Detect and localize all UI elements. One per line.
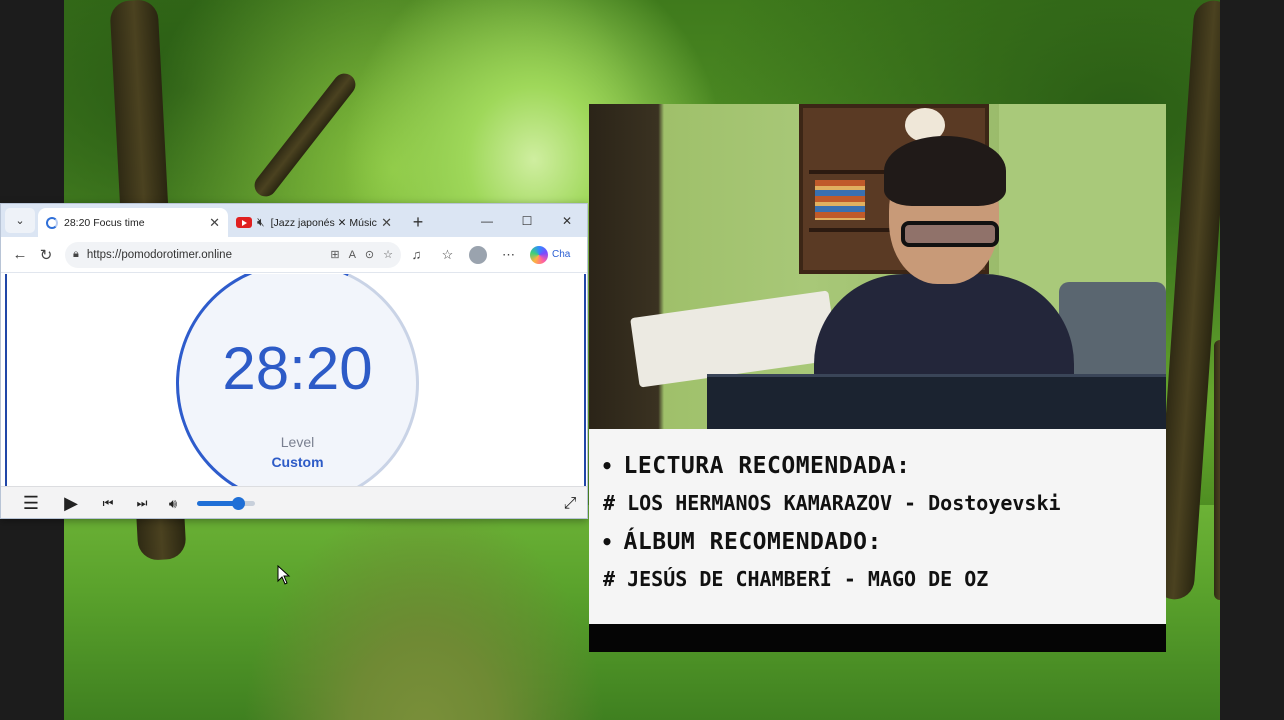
books [815,180,865,220]
copilot-label[interactable]: Cha [552,249,570,260]
minimize-button[interactable]: — [467,214,507,228]
reading-item: # LOS HERMANOS KAMARAZOV - Dostoyevski [603,491,1061,515]
volume-icon[interactable]: 🔊︎ [159,496,187,512]
more-menu-icon[interactable]: ⋯ [493,247,524,263]
favorite-star-icon[interactable]: ☆ [383,248,393,261]
webcam-feed [589,104,1166,429]
recommendations-panel: • LECTURA RECOMENDADA: # LOS HERMANOS KAM… [589,429,1166,624]
maximize-button[interactable]: ☐ [507,214,547,228]
tab-title: 28:20 Focus time [64,216,145,229]
caption-bar [589,624,1166,652]
refresh-icon[interactable]: ↻ [33,246,59,264]
tab-actions-menu[interactable]: ⌄ [5,208,35,233]
glasses [901,221,999,247]
volume-slider[interactable] [197,497,255,510]
play-icon[interactable]: ▶ [51,493,91,514]
forest-path [244,500,604,720]
media-control-icon[interactable]: ♫ [401,247,432,262]
read-aloud-icon[interactable]: A [349,249,356,261]
papers-stack [630,290,838,388]
extension-icon[interactable]: ⊙ [365,248,374,261]
reading-heading-text: LECTURA RECOMENDADA: [623,453,911,479]
profile-avatar[interactable] [469,245,487,264]
timer-display: 28:20 [222,335,373,402]
pomodoro-page: 28:20 Level Custom [5,274,586,486]
youtube-icon [236,217,252,228]
volume-handle[interactable] [231,497,245,510]
lock-icon[interactable]: 🔒︎ [73,248,79,261]
level-value[interactable]: Custom [176,454,419,470]
album-item: # JESÚS DE CHAMBERÍ - MAGO DE OZ [603,567,989,591]
menu-icon[interactable]: ☰ [11,493,51,514]
window-controls: — ☐ ✕ [467,204,587,237]
new-tab-button[interactable]: + [404,208,432,236]
url-text[interactable]: https://pomodorotimer.online [87,249,321,261]
album-heading: • ÁLBUM RECOMENDADO: [601,529,882,555]
tree-branch [250,69,360,201]
level-label: Level [280,434,315,450]
back-arrow-icon[interactable]: ← [7,246,33,263]
tab-youtube-jazz[interactable]: 🔇︎ [Jazz japonés ✕ Música d ✕ [228,208,400,237]
tab-bar: ⌄ 28:20 Focus time ✕ 🔇︎ [Jazz japonés ✕ … [1,204,587,237]
screen: ⌄ 28:20 Focus time ✕ 🔇︎ [Jazz japonés ✕ … [0,0,1284,720]
media-player-bar: ☰ ▶ ⏮︎ ⏭︎ 🔊︎ ⤢ [1,486,587,518]
app-available-icon[interactable]: ⊞ [330,248,339,261]
album-heading-text: ÁLBUM RECOMENDADO: [623,529,882,555]
reading-heading: • LECTURA RECOMENDADA: [601,453,911,479]
copilot-icon[interactable] [530,245,548,264]
muted-speaker-icon[interactable]: 🔇︎ [257,215,265,230]
tab-focus-time[interactable]: 28:20 Focus time ✕ [38,208,228,237]
monitor [707,374,1166,429]
address-toolbar: ← ↻ 🔒︎ https://pomodorotimer.online ⊞ A … [1,237,587,273]
tab-title: [Jazz japonés ✕ Música d [270,216,378,229]
birch-trunk [1214,340,1220,600]
bullet: • [601,454,614,478]
bullet: • [601,530,614,554]
close-window-button[interactable]: ✕ [547,214,587,228]
fullscreen-icon[interactable]: ⤢ [553,495,587,513]
loading-spinner-icon [46,216,58,229]
chevron-down-icon: ⌄ [15,215,25,227]
close-tab-icon[interactable]: ✕ [209,215,220,231]
person-hair [884,136,1006,206]
browser-window: ⌄ 28:20 Focus time ✕ 🔇︎ [Jazz japonés ✕ … [0,203,588,519]
close-tab-icon[interactable]: ✕ [381,215,392,231]
next-track-icon[interactable]: ⏭︎ [125,496,159,511]
favorites-icon[interactable]: ☆ [432,247,463,263]
previous-track-icon[interactable]: ⏮︎ [91,496,125,511]
address-bar[interactable]: 🔒︎ https://pomodorotimer.online ⊞ A ⊙ ☆ [65,241,401,268]
